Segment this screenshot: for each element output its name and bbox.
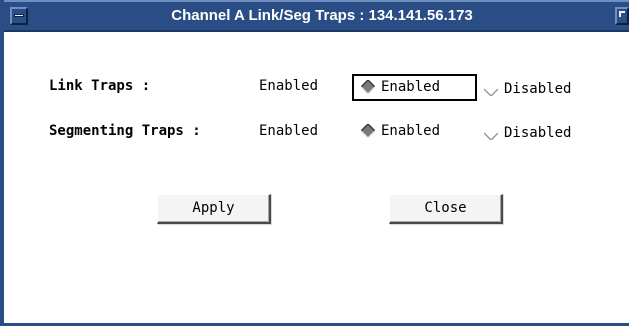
radio-diamond-selected-icon <box>361 124 375 138</box>
segmenting-traps-enabled-label: Enabled <box>381 123 441 139</box>
link-traps-disabled-radio[interactable]: Disabled <box>484 79 571 99</box>
segmenting-traps-disabled-label: Disabled <box>504 125 572 141</box>
radio-diamond-unselected-icon <box>484 126 498 140</box>
segmenting-traps-current-value: Enabled <box>259 123 319 139</box>
title-bar[interactable]: Channel A Link/Seg Traps : 134.141.56.17… <box>4 0 629 32</box>
window-menu-icon <box>14 14 24 17</box>
maximize-icon <box>619 11 625 17</box>
segmenting-traps-enabled-radio[interactable]: Enabled <box>361 121 440 141</box>
link-traps-enabled-label: Enabled <box>381 79 441 95</box>
segmenting-traps-disabled-radio[interactable]: Disabled <box>484 123 571 143</box>
window-menu-button[interactable] <box>10 7 28 25</box>
link-traps-enabled-radio[interactable]: Enabled <box>361 77 440 97</box>
link-traps-label: Link Traps : <box>49 78 151 94</box>
maximize-button[interactable] <box>615 7 629 25</box>
apply-button[interactable]: Apply <box>157 194 271 224</box>
radio-diamond-unselected-icon <box>484 82 498 96</box>
link-traps-current-value: Enabled <box>259 78 319 94</box>
close-button[interactable]: Close <box>389 194 503 224</box>
link-traps-disabled-label: Disabled <box>504 81 572 97</box>
radio-diamond-selected-icon <box>361 80 375 94</box>
window-title: Channel A Link/Seg Traps : 134.141.56.17… <box>171 7 473 24</box>
dialog-window: Channel A Link/Seg Traps : 134.141.56.17… <box>0 0 629 326</box>
segmenting-traps-label: Segmenting Traps : <box>49 123 201 139</box>
